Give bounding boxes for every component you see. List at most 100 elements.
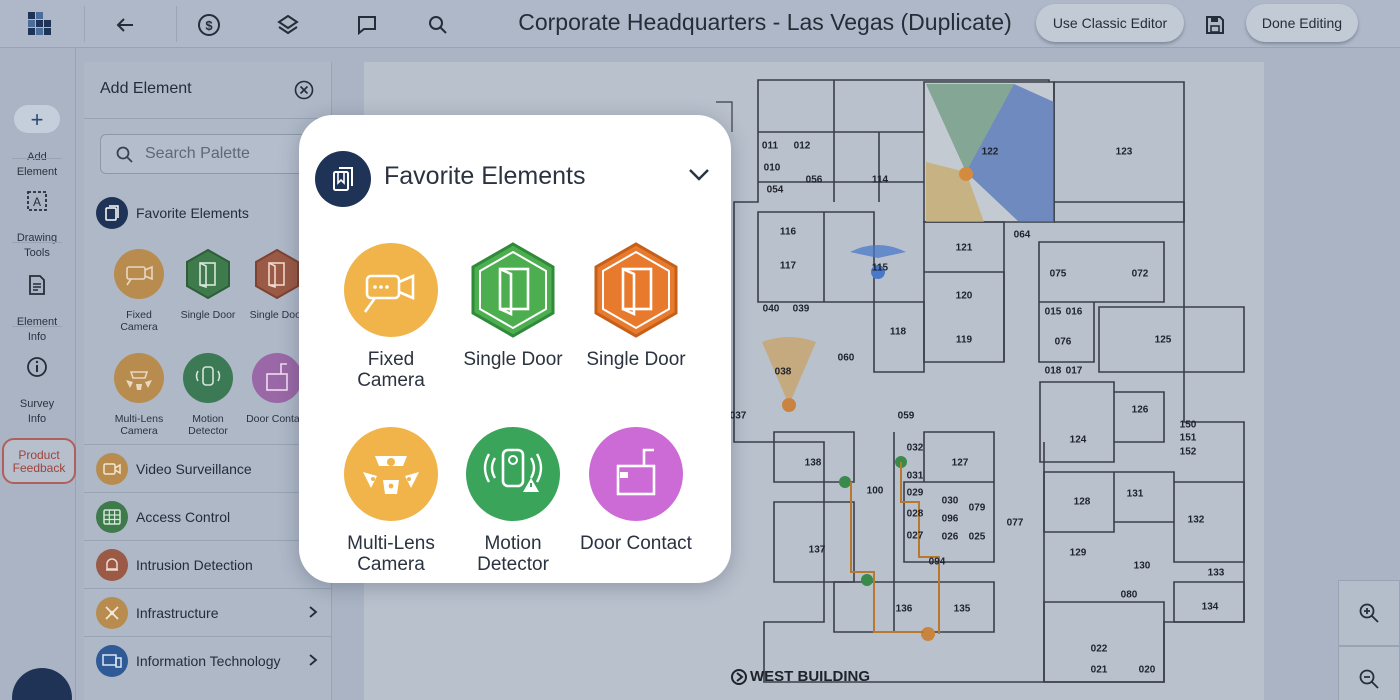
- app-logo-icon[interactable]: [22, 8, 56, 42]
- room-label: 072: [1131, 268, 1149, 280]
- zoom-in-button[interactable]: [1338, 580, 1400, 646]
- save-icon[interactable]: [1198, 8, 1232, 42]
- single-door-icon: [594, 242, 678, 338]
- room-label: 018: [1044, 365, 1062, 377]
- room-label: 128: [1073, 496, 1091, 508]
- favorite-multi-lens-camera[interactable]: Multi-Lens Camera: [326, 405, 456, 575]
- document-icon: [29, 275, 45, 295]
- keypad-icon: [96, 500, 128, 533]
- building-compass-icon: [731, 669, 747, 685]
- room-label: 135: [953, 603, 971, 615]
- plus-icon: +: [14, 105, 60, 133]
- layers-icon[interactable]: [271, 8, 305, 42]
- room-label: 012: [793, 140, 811, 152]
- svg-text:A: A: [33, 195, 41, 209]
- room-label: 116: [779, 226, 797, 238]
- category-intrusion-detection[interactable]: Intrusion Detection: [84, 540, 332, 588]
- room-label: 076: [1054, 336, 1072, 348]
- favorite-fixed-camera[interactable]: Fixed Camera: [326, 221, 456, 391]
- category-infrastructure[interactable]: Infrastructure: [84, 588, 332, 636]
- room-label: 026: [941, 531, 959, 543]
- favorite-single-door-green[interactable]: Single Door: [448, 221, 578, 370]
- building-label: WEST BUILDING: [750, 668, 870, 685]
- room-label: 129: [1069, 547, 1087, 559]
- chevron-right-icon: [309, 654, 318, 666]
- category-access-control[interactable]: Access Control: [84, 492, 332, 540]
- category-information-technology[interactable]: Information Technology: [84, 636, 332, 684]
- palette-item-single-door[interactable]: Single Door: [173, 236, 243, 321]
- search-palette-input[interactable]: [145, 144, 305, 164]
- room-label: 022: [1090, 643, 1108, 655]
- fixed-camera-icon: [344, 243, 438, 337]
- favorite-door-contact[interactable]: Door Contact: [571, 405, 701, 554]
- room-label: 028: [906, 508, 924, 520]
- room-label: 037: [729, 410, 747, 422]
- room-label: 031: [906, 470, 924, 482]
- favorite-motion-detector[interactable]: Motion Detector: [448, 405, 578, 575]
- alarm-bell-icon: [96, 548, 128, 581]
- room-label: 132: [1187, 514, 1205, 526]
- palette-item-multi-lens-camera[interactable]: Multi-Lens Camera: [104, 340, 174, 437]
- favorite-elements-label: Favorite Elements: [136, 205, 249, 221]
- room-label: 151: [1179, 432, 1197, 444]
- comment-icon[interactable]: [350, 8, 384, 42]
- category-label: Information Technology: [136, 652, 281, 669]
- room-label: 120: [955, 290, 973, 302]
- zoom-out-button[interactable]: [1338, 646, 1400, 700]
- room-label: 096: [941, 513, 959, 525]
- tile-label: Fixed Camera: [357, 349, 425, 391]
- product-feedback-button[interactable]: Product Feedback: [2, 438, 76, 484]
- room-label: 118: [889, 326, 907, 338]
- room-label: 064: [1013, 229, 1031, 241]
- tile-label: Single Door: [463, 349, 563, 370]
- close-icon[interactable]: [294, 80, 314, 100]
- room-label: 123: [1115, 146, 1133, 158]
- room-label: 125: [1154, 334, 1172, 346]
- room-label: 121: [955, 242, 973, 254]
- room-label: 138: [804, 457, 822, 469]
- add-element-panel: Add Element Favorite Elements Fixed Came…: [84, 62, 332, 700]
- search-palette-field[interactable]: [100, 134, 330, 174]
- survey-info-tool[interactable]: Survey Info: [0, 340, 74, 427]
- use-classic-editor-button[interactable]: Use Classic Editor: [1036, 4, 1184, 42]
- category-label: Intrusion Detection: [136, 556, 253, 573]
- survey-title: Corporate Headquarters - Las Vegas (Dupl…: [518, 9, 1012, 35]
- room-label: 094: [928, 556, 946, 568]
- zoom-out-icon: [1359, 669, 1379, 689]
- room-label: 115: [871, 262, 889, 274]
- room-label: 100: [866, 485, 884, 497]
- infrastructure-icon: [96, 596, 128, 629]
- tile-label: Door Contact: [580, 533, 692, 554]
- chevron-right-icon: [309, 606, 318, 618]
- tile-label: Motion Detector: [477, 533, 549, 575]
- fixed-camera-icon: [114, 249, 164, 299]
- palette-item-motion-detector[interactable]: Motion Detector: [173, 340, 243, 437]
- room-label: 059: [897, 410, 915, 422]
- door-contact-icon: [589, 427, 683, 521]
- rail-divider: [12, 158, 62, 159]
- category-video-surveillance[interactable]: Video Surveillance: [84, 444, 332, 492]
- done-editing-button[interactable]: Done Editing: [1246, 4, 1358, 42]
- room-label: 032: [906, 442, 924, 454]
- palette-item-fixed-camera[interactable]: Fixed Camera: [104, 236, 174, 333]
- add-element-tool[interactable]: + Add Element: [0, 90, 74, 180]
- chevron-down-icon[interactable]: [687, 167, 711, 183]
- favorite-single-door-orange[interactable]: Single Door: [571, 221, 701, 370]
- back-arrow-icon[interactable]: [108, 8, 142, 42]
- panel-divider: [84, 118, 332, 119]
- room-label: 114: [871, 174, 889, 186]
- room-label: 017: [1065, 365, 1083, 377]
- chat-support-icon[interactable]: [12, 668, 72, 700]
- pricing-dollar-icon[interactable]: $: [192, 8, 226, 42]
- single-door-icon: [186, 248, 230, 300]
- element-info-tool[interactable]: Element Info: [0, 258, 74, 345]
- top-toolbar: $ Corporate Headquarters - Las Vegas (Du…: [0, 0, 1400, 48]
- single-door-icon: [471, 242, 555, 338]
- room-label: 117: [779, 260, 797, 272]
- favorite-elements-section[interactable]: Favorite Elements: [96, 197, 249, 229]
- room-label: 075: [1049, 268, 1067, 280]
- room-label: 054: [766, 184, 784, 196]
- room-label: 021: [1090, 664, 1108, 676]
- room-label: 079: [968, 502, 986, 514]
- drawing-tools-tool[interactable]: A Drawing Tools: [0, 174, 74, 261]
